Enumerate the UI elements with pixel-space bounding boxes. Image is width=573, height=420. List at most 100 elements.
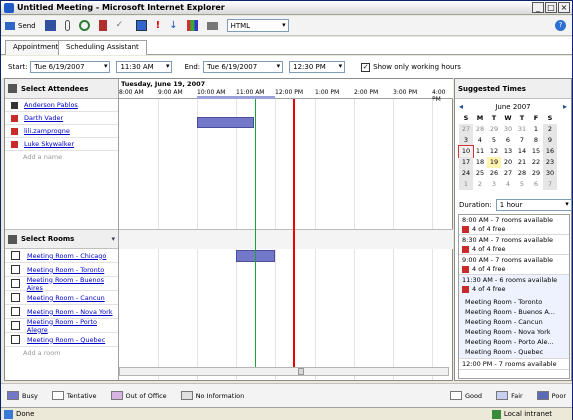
calendar-day[interactable]: 31	[515, 124, 529, 135]
save-icon[interactable]	[44, 20, 56, 31]
calendar-day[interactable]: 5	[515, 179, 529, 190]
recurrence-icon[interactable]	[78, 20, 90, 31]
mini-calendar[interactable]: ◂ June 2007 ▸ S M T W T F S 27 28 29 30 31 1 2 3 4 5 6 7 8 9…	[458, 101, 567, 190]
maximize-button[interactable]: □	[545, 2, 557, 13]
add-room-input[interactable]: Add a room	[5, 347, 118, 360]
calendar-day[interactable]: 4	[501, 179, 515, 190]
calendar-day[interactable]: 21	[515, 157, 529, 168]
format-select[interactable]: HTML	[226, 19, 289, 32]
calendar-day[interactable]: 25	[473, 168, 487, 179]
room-name[interactable]: Meeting Room - Cancun	[27, 294, 105, 302]
attendee-row[interactable]: Darth Vader	[5, 112, 118, 125]
calendar-day[interactable]: 30	[543, 168, 557, 179]
start-time-select[interactable]: 11:30 AM	[116, 61, 173, 73]
timeline-scrollbar[interactable]	[119, 367, 449, 376]
calendar-day[interactable]: 3	[459, 135, 473, 146]
calendar-day[interactable]: 12	[487, 146, 501, 157]
calendar-day[interactable]: 7	[515, 135, 529, 146]
room-name[interactable]: Meeting Room - Porto Alegre	[27, 318, 118, 334]
chevron-down-icon[interactable]: ▾	[111, 235, 115, 243]
tab-scheduling-assistant[interactable]: Scheduling Assistant	[58, 40, 147, 55]
calendar-day[interactable]: 11	[473, 146, 487, 157]
calendar-days[interactable]: S M T W T F S 27 28 29 30 31 1 2 3 4 5 6 7 8 9 10 11 12 13 14 15 16…	[458, 113, 567, 190]
attendee-name[interactable]: Darth Vader	[24, 114, 63, 122]
calendar-day[interactable]: 28	[515, 168, 529, 179]
room-row[interactable]: Meeting Room - Buenos Aires	[5, 276, 118, 292]
room-checkbox[interactable]	[11, 321, 20, 330]
calendar-day[interactable]: 26	[487, 168, 501, 179]
high-importance-icon[interactable]: !	[156, 20, 161, 31]
calendar-day[interactable]: 1	[529, 124, 543, 135]
slot-room[interactable]: Meeting Room - Cancun	[462, 317, 566, 327]
working-hours-checkbox[interactable]: ✓	[361, 62, 371, 72]
meeting-start-line[interactable]	[255, 99, 256, 368]
calendar-day[interactable]: 4	[473, 135, 487, 146]
suggested-slot[interactable]: 8:30 AM - 7 rooms available 4 of 4 free	[459, 235, 569, 255]
calendar-day[interactable]: 7	[543, 179, 557, 190]
room-name[interactable]: Meeting Room - Chicago	[27, 252, 106, 260]
calendar-day[interactable]: 27	[459, 124, 473, 135]
address-book-icon[interactable]	[98, 20, 107, 31]
room-name[interactable]: Meeting Room - Nova York	[27, 308, 113, 316]
calendar-day[interactable]: 16	[543, 146, 557, 157]
slot-room[interactable]: Meeting Room - Toronto	[462, 297, 566, 307]
meeting-end-line[interactable]	[293, 99, 295, 368]
send-button[interactable]: Send	[5, 21, 36, 30]
attach-icon[interactable]	[64, 20, 70, 31]
suggested-slot[interactable]: 8:00 AM - 7 rooms available 4 of 4 free	[459, 215, 569, 235]
calendar-day[interactable]: 22	[529, 157, 543, 168]
calendar-day[interactable]: 8	[529, 135, 543, 146]
start-date-select[interactable]: Tue 6/19/2007	[30, 61, 111, 73]
calendar-day[interactable]: 20	[501, 157, 515, 168]
room-checkbox[interactable]	[11, 293, 20, 302]
attendee-name[interactable]: Anderson Pablos	[24, 101, 78, 109]
duration-select[interactable]: 1 hour	[495, 199, 572, 211]
calendar-day[interactable]: 2	[473, 179, 487, 190]
suggested-slot-selected[interactable]: 11:30 AM - 6 rooms available 4 of 4 free…	[459, 275, 569, 359]
slot-room[interactable]: Meeting Room - Quebec	[462, 347, 566, 357]
end-date-select[interactable]: Tue 6/19/2007	[203, 61, 284, 73]
room-row[interactable]: Meeting Room - Cancun	[5, 291, 118, 305]
timeline-grid[interactable]: Tuesday, June 19, 2007 8:00 AM 9:00 AM 1…	[118, 79, 453, 380]
help-icon[interactable]: ?	[555, 20, 566, 31]
suggested-slot[interactable]: 12:00 PM - 7 rooms available	[459, 359, 569, 370]
attendee-name[interactable]: Luke Skywalker	[24, 140, 74, 148]
calendar-day[interactable]: 28	[473, 124, 487, 135]
suggested-slot[interactable]: 9:00 AM - 7 rooms available 4 of 4 free	[459, 255, 569, 275]
select-attendees-button[interactable]: Select Attendees	[5, 79, 118, 99]
calendar-day[interactable]: 6	[501, 135, 515, 146]
minimize-button[interactable]: _	[532, 2, 544, 13]
next-month-icon[interactable]: ▸	[563, 102, 567, 111]
end-time-select[interactable]: 12:30 PM	[289, 61, 346, 73]
close-button[interactable]: ×	[558, 2, 570, 13]
room-checkbox[interactable]	[11, 251, 20, 260]
calendar-day[interactable]: 24	[459, 168, 473, 179]
calendar-day[interactable]: 13	[501, 146, 515, 157]
slot-room[interactable]: Meeting Room - Porto Ale...	[462, 337, 566, 347]
calendar-day[interactable]: 6	[529, 179, 543, 190]
calendar-day[interactable]: 27	[501, 168, 515, 179]
attendee-row[interactable]: lili.zamprogne	[5, 125, 118, 138]
calendar-day[interactable]: 5	[487, 135, 501, 146]
calendar-day[interactable]: 19	[487, 157, 501, 168]
previous-month-icon[interactable]: ◂	[459, 102, 463, 111]
print-icon[interactable]	[206, 21, 218, 30]
calendar-day[interactable]: 18	[473, 157, 487, 168]
attendee-name[interactable]: lili.zamprogne	[24, 127, 70, 135]
low-importance-icon[interactable]: ↓	[169, 20, 177, 31]
slot-room[interactable]: Meeting Room - Buenos A...	[462, 307, 566, 317]
calendar-icon[interactable]	[135, 20, 147, 31]
select-rooms-button[interactable]: Select Rooms ▾	[5, 229, 118, 249]
room-checkbox[interactable]	[11, 279, 20, 288]
calendar-day[interactable]: 14	[515, 146, 529, 157]
room-name[interactable]: Meeting Room - Quebec	[27, 336, 105, 344]
calendar-day[interactable]: 9	[543, 135, 557, 146]
categorize-icon[interactable]	[186, 20, 198, 31]
room-row[interactable]: Meeting Room - Porto Alegre	[5, 318, 118, 334]
room-name[interactable]: Meeting Room - Toronto	[27, 266, 104, 274]
calendar-day[interactable]: 3	[487, 179, 501, 190]
room-name[interactable]: Meeting Room - Buenos Aires	[27, 276, 118, 292]
scroll-thumb[interactable]	[298, 368, 304, 375]
suggested-slots-list[interactable]: 8:00 AM - 7 rooms available 4 of 4 free …	[458, 214, 570, 379]
check-names-icon[interactable]: ✓	[116, 20, 127, 31]
